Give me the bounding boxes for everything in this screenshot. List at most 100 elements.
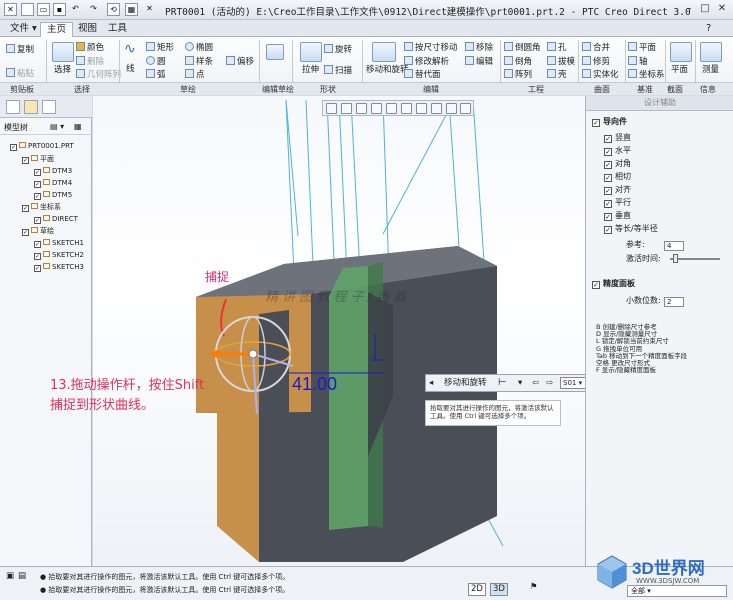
ref-dropdown-icon[interactable]: ▾ (518, 378, 522, 389)
select-icon[interactable] (52, 42, 74, 62)
guide-option-checkbox[interactable]: ✓ 对齐 (604, 185, 631, 195)
help-icon[interactable]: ? (700, 22, 717, 37)
point-button[interactable]: 点 (185, 69, 205, 81)
repaint-icon[interactable] (371, 103, 382, 114)
close-icon[interactable]: ✕ (715, 3, 729, 16)
dimension-value[interactable]: 41.00 (292, 374, 337, 395)
remove-button[interactable]: 移除 (465, 42, 493, 54)
favorites-tab-icon[interactable] (42, 100, 56, 114)
datum-axis-button[interactable]: 轴 (628, 56, 648, 68)
windows-icon[interactable]: ▦ (125, 3, 138, 16)
solidify-button[interactable]: 实体化 (582, 69, 619, 81)
move-rotate-button[interactable]: 移动和旋转 (366, 65, 409, 76)
select-button[interactable]: 选择 (54, 65, 71, 76)
rect-button[interactable]: 矩形 (146, 42, 174, 54)
extrude-button[interactable]: 拉伸 (302, 65, 319, 76)
reference-spinner[interactable]: 4 (664, 239, 684, 251)
measure-button[interactable]: 测量 (702, 65, 719, 76)
minimize-icon[interactable]: – (682, 3, 696, 16)
edit-sketch-icon[interactable] (266, 44, 284, 60)
section-view-icon[interactable] (460, 103, 471, 114)
close-window-icon[interactable]: ✕ (143, 3, 156, 16)
tree-item[interactable]: ✓ DTM3 (34, 167, 72, 176)
pattern-button[interactable]: 阵列 (504, 69, 532, 81)
line-icon[interactable]: ∿ (124, 42, 136, 56)
tree-item[interactable]: ✓ 平面 (22, 155, 54, 164)
geom-pattern-button[interactable]: 几何阵列 (76, 69, 121, 81)
folder-tab-icon[interactable] (24, 100, 38, 114)
tree-item[interactable]: ✓ SKETCH3 (34, 263, 84, 272)
datum-plane-button[interactable]: 平面 (628, 42, 656, 54)
datum-display-icon[interactable] (431, 103, 442, 114)
section-plane-icon[interactable] (670, 42, 692, 62)
line-button[interactable]: 线 (126, 64, 135, 75)
tree-item[interactable]: ✓ SKETCH2 (34, 251, 84, 260)
hole-button[interactable]: 孔 (547, 42, 567, 54)
zoom-in-icon[interactable] (341, 103, 352, 114)
open-icon[interactable]: ▭ (37, 3, 50, 16)
guide-option-checkbox[interactable]: ✓ 对角 (604, 159, 631, 169)
tree-item[interactable]: ✓ DTM4 (34, 179, 72, 188)
tree-checkbox[interactable]: ✓ (34, 265, 41, 272)
move-by-dim-button[interactable]: 按尺寸移动 (404, 42, 458, 54)
tree-checkbox[interactable]: ✓ (34, 253, 41, 260)
redo-icon[interactable]: ↷ (87, 3, 100, 16)
tree-checkbox[interactable]: ✓ (34, 193, 41, 200)
tree-checkbox[interactable]: ✓ (34, 181, 41, 188)
maximize-icon[interactable]: □ (698, 3, 712, 16)
move-rotate-icon[interactable] (372, 42, 396, 62)
spin-center-icon[interactable] (386, 103, 397, 114)
decimals-spinner[interactable]: 2 (664, 295, 684, 307)
guide-option-checkbox[interactable]: ✓ 等长/等半径 (604, 224, 658, 234)
round-button[interactable]: 倒圆角 (504, 42, 541, 54)
green-sketch-face[interactable] (329, 266, 368, 530)
tree-item[interactable]: ✓ DIRECT (34, 215, 78, 224)
model-tree-tab-icon[interactable] (6, 100, 20, 114)
guide-option-checkbox[interactable]: ✓ 垂直 (604, 211, 631, 221)
tree-checkbox[interactable]: ✓ (34, 169, 41, 176)
precision-panel-checkbox[interactable]: ✓ 精度面板 (592, 279, 635, 289)
tree-item[interactable]: ✓ SKETCH1 (34, 239, 84, 248)
tree-checkbox[interactable]: ✓ (22, 157, 29, 164)
tree-settings-icon[interactable]: ▤ ▾ (50, 122, 64, 131)
tab-file[interactable]: 文件 ▾ (4, 22, 43, 37)
display-style-icon[interactable] (401, 103, 412, 114)
mode-3d-button[interactable]: 3D (490, 583, 508, 596)
guide-option-checkbox[interactable]: ✓ 竖直 (604, 133, 631, 143)
tab-view[interactable]: 视图 (72, 22, 103, 37)
guide-option-checkbox[interactable]: ✓ 相切 (604, 172, 631, 182)
tree-checkbox[interactable]: ✓ (34, 241, 41, 248)
merge-button[interactable]: 合并 (582, 42, 610, 54)
extrude-icon[interactable] (300, 42, 322, 62)
tree-checkbox[interactable]: ✓ (22, 205, 29, 212)
shell-button[interactable]: 壳 (547, 69, 567, 81)
save-icon[interactable]: ▪ (53, 3, 66, 16)
edit-item-button[interactable]: 编辑 (465, 56, 493, 68)
chamfer-button[interactable]: 倒角 (504, 56, 532, 68)
color-button[interactable]: 颜色 (76, 42, 104, 54)
datum-csys-button[interactable]: 坐标系 (628, 69, 665, 81)
guide-option-checkbox[interactable]: ✓ 水平 (604, 146, 631, 156)
revolve-button[interactable]: 旋转 (324, 44, 352, 56)
new-icon[interactable] (21, 3, 34, 16)
mode-2d-button[interactable]: 2D (468, 583, 486, 596)
back-icon[interactable]: ⇦ (532, 378, 539, 389)
replace-button[interactable]: 替代面 (404, 69, 441, 81)
status-icon-1[interactable]: ▣ (6, 571, 14, 582)
tree-checkbox[interactable]: ✓ (34, 217, 41, 224)
snap-time-slider-thumb[interactable] (673, 254, 678, 263)
refit-icon[interactable] (326, 103, 337, 114)
tree-filter-icon[interactable]: ▦ (74, 122, 82, 131)
tab-tools[interactable]: 工具 (102, 22, 133, 37)
offset-button[interactable]: 偏移 (226, 56, 254, 68)
tree-item[interactable]: ✓ 草绘 (22, 227, 54, 236)
status-icon-2[interactable]: ▤ (18, 571, 26, 582)
measure-icon[interactable] (700, 42, 722, 62)
dialog-collapse-icon[interactable]: ◂ (429, 378, 433, 389)
tree-checkbox[interactable]: ✓ (10, 144, 17, 151)
arc-button[interactable]: 弧 (146, 69, 166, 81)
model-view[interactable] (93, 96, 585, 566)
regenerate-icon[interactable]: ⟲ (107, 3, 120, 16)
circle-button[interactable]: 圆 (146, 56, 166, 68)
trim-button[interactable]: 修剪 (582, 56, 610, 68)
